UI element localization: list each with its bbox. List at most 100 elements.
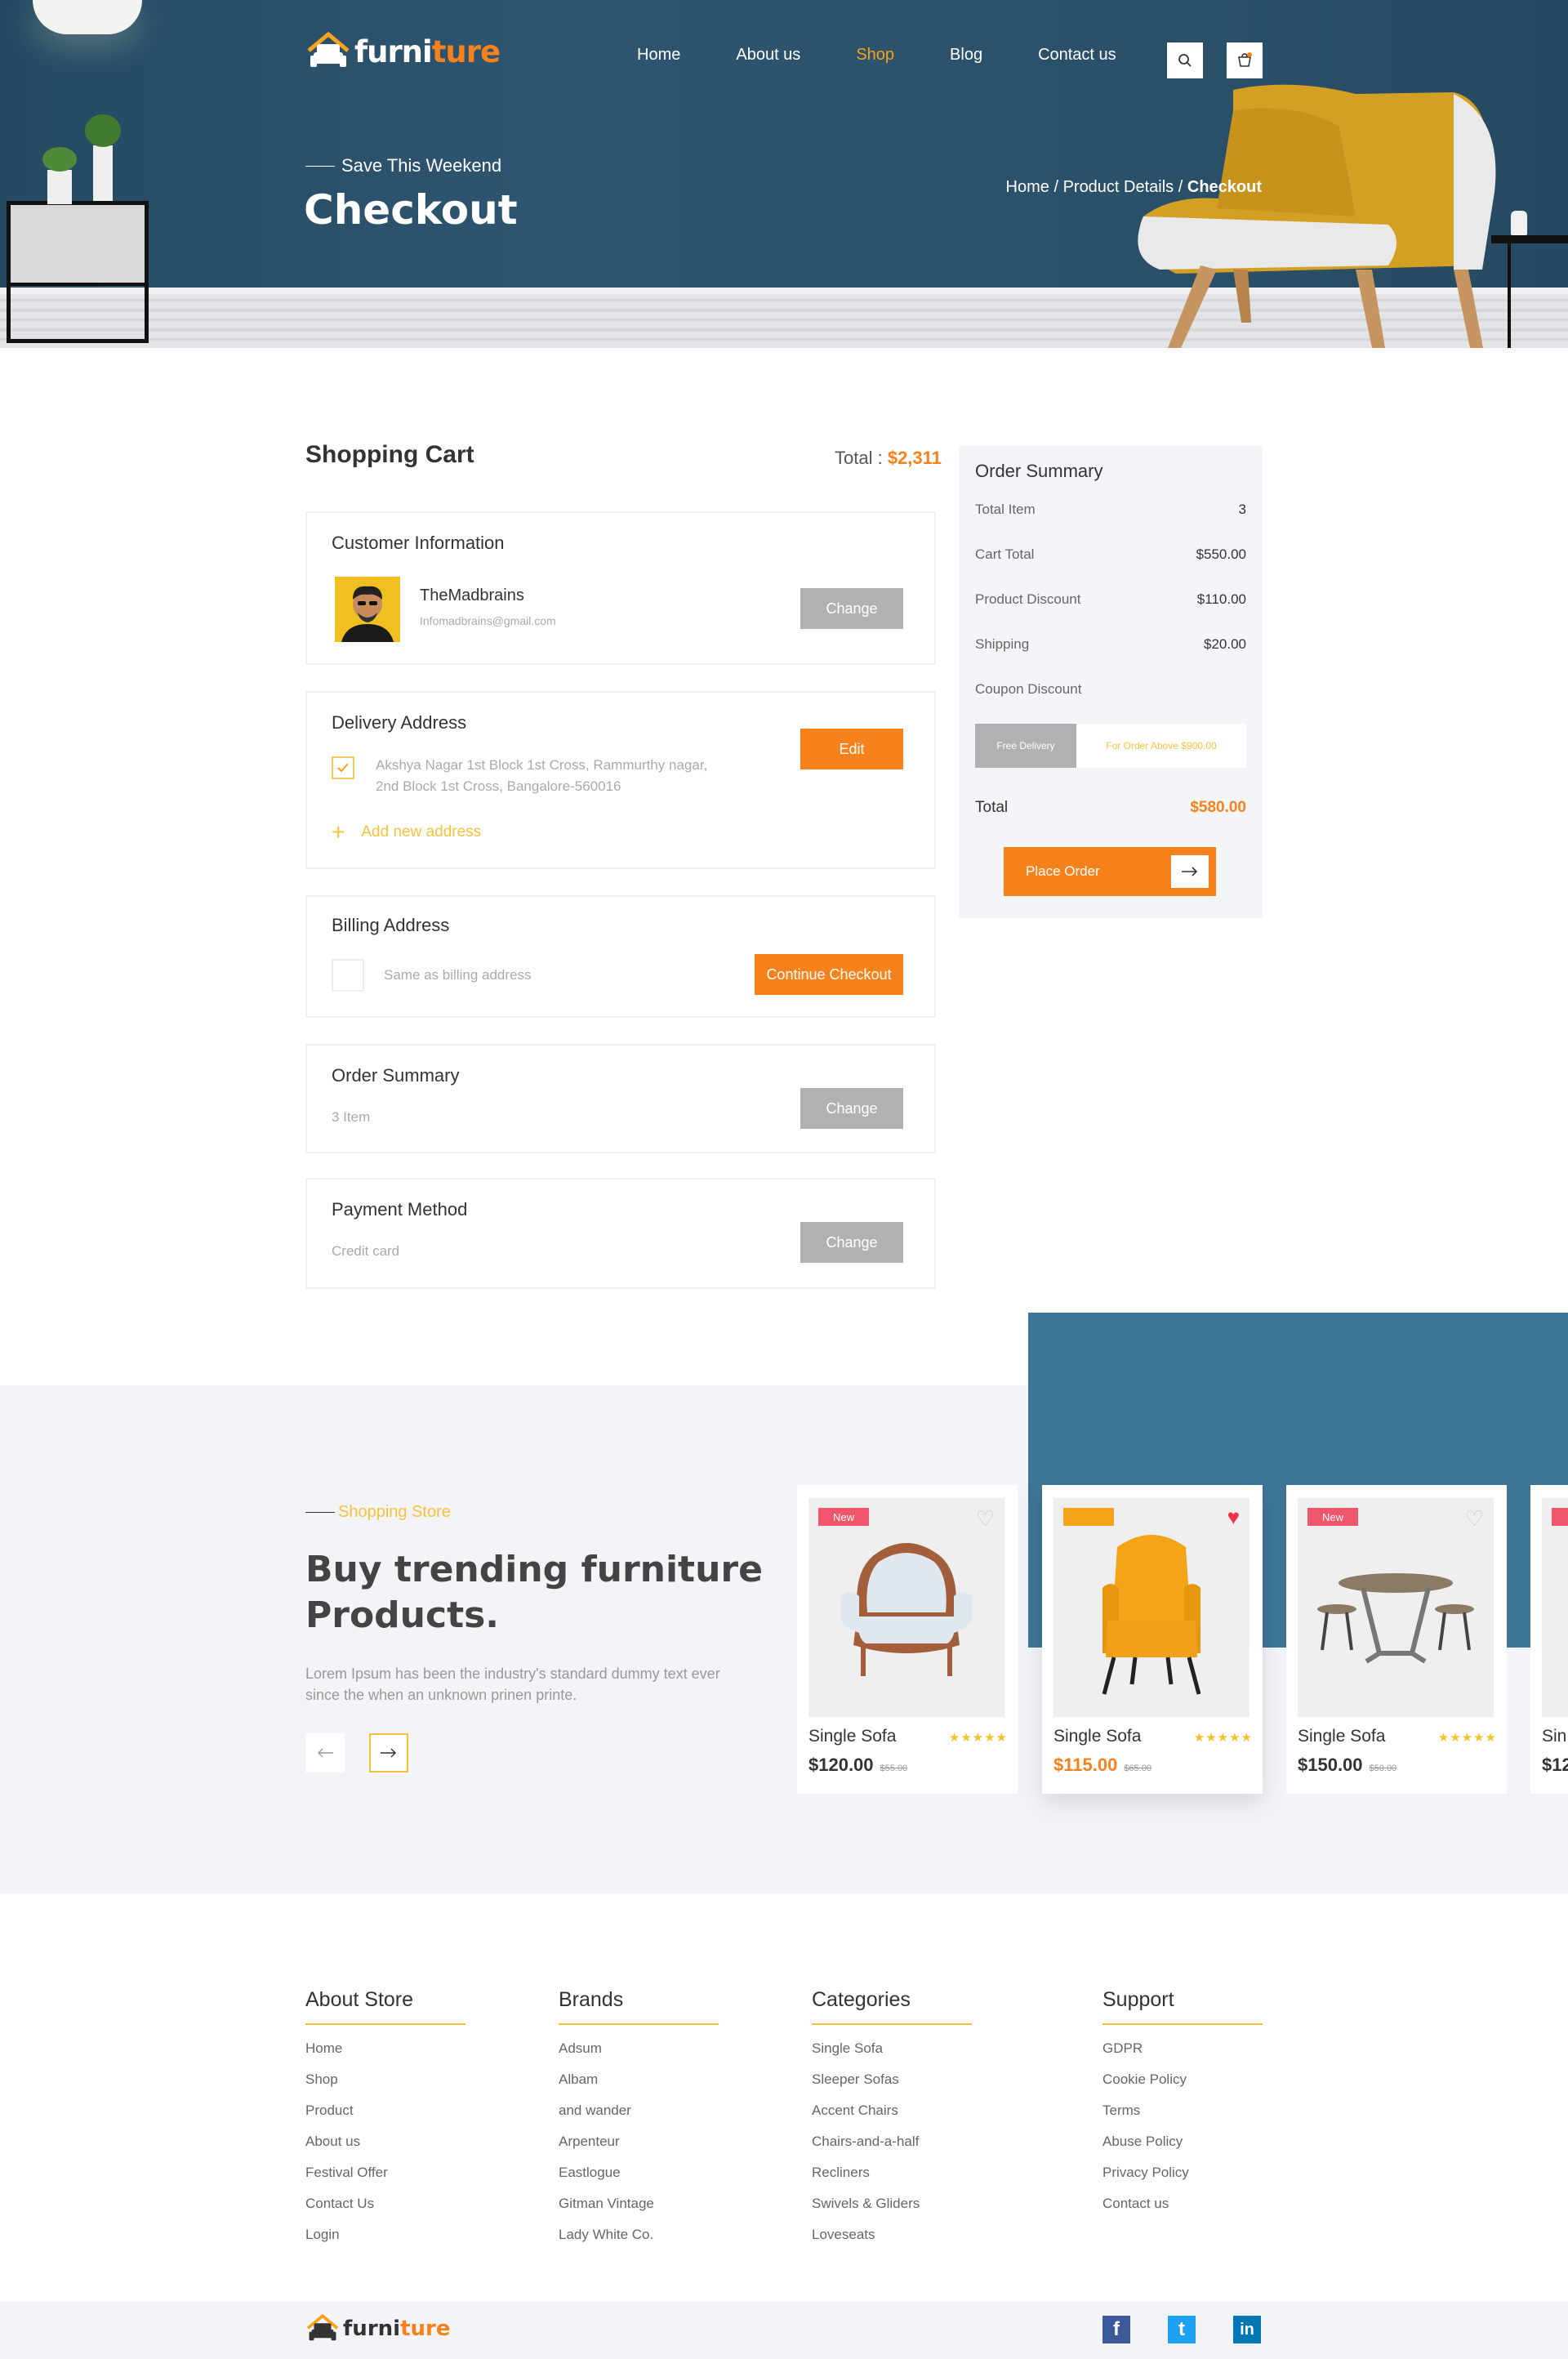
delivery-address-card: Delivery Address Akshya Nagar 1st Block … [305,691,936,869]
footer-col-support: Support GDPR Cookie Policy Terms Abuse P… [1102,1988,1263,2226]
footer-link[interactable]: Home [305,2040,466,2071]
store-heading: Buy trending furniture Products. [305,1549,763,1636]
facebook-icon[interactable]: f [1102,2316,1130,2343]
footer-link[interactable]: Eastlogue [559,2164,719,2195]
footer-col-brands: Brands Adsum Albam and wander Arpenteur … [559,1988,719,2257]
footer-link[interactable]: Chairs-and-a-half [812,2133,972,2164]
footer-link[interactable]: Terms [1102,2102,1263,2133]
search-icon [1178,54,1192,67]
heart-icon[interactable]: ♡ [1465,1506,1484,1532]
product-card[interactable]: New ♡ Single Sofa ★★★★★ $150.00 $50.00 [1286,1485,1507,1794]
delivery-address-title: Delivery Address [332,712,467,733]
footer-link[interactable]: Privacy Policy [1102,2164,1263,2195]
footer-link[interactable]: Festival Offer [305,2164,466,2195]
product-card[interactable]: New ♡ Single Sofa ★★★★★ $120.00 $55.00 [797,1485,1018,1794]
same-address-checkbox[interactable] [332,959,364,992]
new-badge: New [1307,1508,1358,1526]
product-image: New ♡ [808,1498,1004,1717]
product-price: $150.00 $50.00 [1298,1755,1397,1775]
nav-about[interactable]: About us [736,46,800,65]
coupon-text: For Order Above $900.00 [1106,740,1217,751]
order-summary-card-title: Order Summary [332,1065,460,1086]
store-eyebrow: Shopping Store [305,1503,451,1522]
footer-link[interactable]: Contact us [1102,2195,1263,2226]
change-order-button[interactable]: Change [800,1088,903,1129]
search-button[interactable] [1167,42,1203,78]
footer-link[interactable]: Arpenteur [559,2133,719,2164]
continue-checkout-button[interactable]: Continue Checkout [755,954,903,995]
footer-link[interactable]: About us [305,2133,466,2164]
rating-stars: ★★★★★ [948,1731,1008,1745]
footer-link[interactable]: Accent Chairs [812,2102,972,2133]
footer-link[interactable]: Contact Us [305,2195,466,2226]
footer-link[interactable]: Product [305,2102,466,2133]
product-card-partial[interactable]: Sin $12 [1530,1485,1568,1794]
address-checkbox[interactable] [332,756,354,779]
arrow-left-icon [318,1748,333,1758]
footer-link[interactable]: Albam [559,2071,719,2102]
page-title: Checkout [304,186,518,234]
brand-logo[interactable]: furni ture [305,31,501,72]
footer-link[interactable]: Shop [305,2071,466,2102]
footer-col-about: About Store Home Shop Product About us F… [305,1988,466,2257]
footer-link[interactable]: Recliners [812,2164,972,2195]
cart-button[interactable] [1227,42,1263,78]
footer-link[interactable]: Adsum [559,2040,719,2071]
change-payment-button[interactable]: Change [800,1222,903,1263]
cart-icon [1238,52,1252,67]
footer-col-title: Categories [812,1988,972,2025]
customer-info-title: Customer Information [332,533,505,553]
cart-total: Total : $2,311 [835,448,942,468]
footer-link[interactable]: Single Sofa [812,2040,972,2071]
twitter-icon[interactable]: t [1168,2316,1196,2343]
summary-row-product-discount: Product Discount $110.00 [975,591,1246,607]
nav-shop[interactable]: Shop [856,46,894,65]
footer-link[interactable]: Abuse Policy [1102,2133,1263,2164]
order-summary-card: Order Summary 3 Item Change [305,1044,936,1153]
footer-col-title: About Store [305,1988,466,2025]
logo-chair-icon [305,2313,340,2344]
footer-link[interactable]: Gitman Vintage [559,2195,719,2226]
coupon-tag: Free Delivery [975,724,1076,768]
footer-link[interactable]: Loveseats [812,2226,972,2257]
footer-link[interactable]: Lady White Co. [559,2226,719,2257]
place-order-button[interactable]: Place Order [1004,848,1215,895]
product-card[interactable]: ♥ Single Sofa ★★★★★ $115.00 $65.00 [1042,1485,1263,1794]
footer-link[interactable]: GDPR [1102,2040,1263,2071]
logo-text-part1: furni [343,2317,401,2341]
heart-icon[interactable]: ♡ [976,1506,995,1532]
order-summary-panel: Order Summary Total Item 3 Cart Total $550… [959,446,1263,918]
footer-link[interactable]: and wander [559,2102,719,2133]
linkedin-icon[interactable]: in [1233,2316,1261,2343]
nav-home[interactable]: Home [637,46,680,65]
change-customer-button[interactable]: Change [800,588,903,629]
breadcrumb-home[interactable]: Home [1006,178,1049,196]
footer-link[interactable]: Cookie Policy [1102,2071,1263,2102]
breadcrumb-product[interactable]: Product Details [1063,178,1174,196]
footer-link[interactable]: Login [305,2226,466,2257]
summary-total-value: $580.00 [1190,799,1246,816]
customer-name: TheMadbrains [420,586,524,604]
footer-bar [0,2302,1568,2359]
add-address-link[interactable]: + Add new address [332,821,481,844]
coupon-field[interactable]: Free Delivery For Order Above $900.00 [975,724,1246,768]
footer-link[interactable]: Sleeper Sofas [812,2071,972,2102]
carousel-prev-button[interactable] [305,1733,345,1773]
carousel-next-button[interactable] [369,1733,408,1773]
summary-total: Total $580.00 [975,799,1246,816]
cart-title: Shopping Cart [305,441,474,468]
nav-blog[interactable]: Blog [950,46,982,65]
footer-col-title: Brands [559,1988,719,2025]
store-description: Lorem Ipsum has been the industry's stan… [305,1666,720,1703]
product-name: Sin [1542,1727,1567,1746]
heart-filled-icon[interactable]: ♥ [1227,1505,1240,1530]
footer-link[interactable]: Swivels & Gliders [812,2195,972,2226]
logo-text-part2: ture [400,2317,451,2341]
nav-contact[interactable]: Contact us [1038,46,1116,65]
product-image [1542,1498,1568,1717]
product-name: Single Sofa [808,1727,897,1746]
edit-address-button[interactable]: Edit [800,729,903,769]
logo-text-part1: furni [354,33,433,69]
footer-logo[interactable]: furni ture [305,2313,450,2344]
product-badge [1063,1508,1114,1526]
